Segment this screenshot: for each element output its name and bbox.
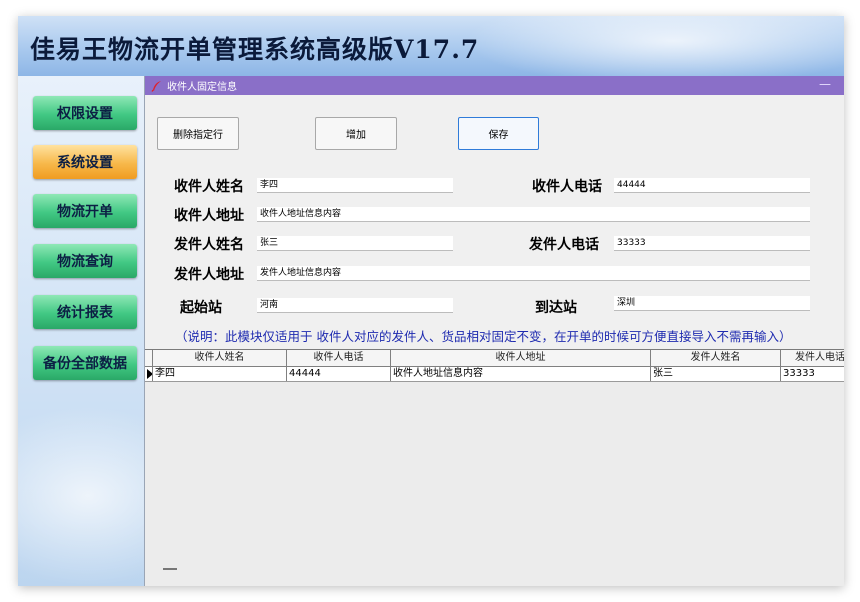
sender-phone-field[interactable]: 33333 (614, 236, 810, 251)
nav-button-create-waybill[interactable]: 物流开单 (33, 194, 137, 228)
recipient-info-window: 收件人固定信息 — 删除指定行 增加 保存 收件人姓名 李四 收件人电话 444… (144, 76, 844, 586)
table-cell[interactable]: 33333 (781, 367, 844, 381)
row-selector-header (145, 350, 153, 366)
nav-panel: 权限设置 系统设置 物流开单 物流查询 统计报表 备份全部数据 (18, 76, 144, 586)
column-header[interactable]: 收件人姓名 (153, 350, 287, 366)
app-title: 佳易王物流开单管理系统高级版V17.7 (30, 35, 480, 64)
delete-row-button[interactable]: 删除指定行 (157, 117, 239, 150)
column-header[interactable]: 收件人地址 (391, 350, 651, 366)
column-header[interactable]: 发件人电话 (781, 350, 844, 366)
sender-phone-label: 发件人电话 (529, 237, 599, 253)
module-note: （说明：此模块仅适用于 收件人对应的发件人、货品相对固定不变，在开单的时候可方便… (175, 329, 792, 344)
grid-header: 收件人姓名 收件人电话 收件人地址 发件人姓名 发件人电话 (145, 350, 844, 367)
nav-button-permissions[interactable]: 权限设置 (33, 96, 137, 130)
column-header[interactable]: 收件人电话 (287, 350, 391, 366)
receiver-phone-field[interactable]: 44444 (614, 178, 810, 193)
origin-station-field[interactable]: 河南 (257, 298, 453, 313)
receiver-name-label: 收件人姓名 (174, 179, 244, 195)
nav-button-query[interactable]: 物流查询 (33, 244, 137, 278)
table-cell[interactable]: 李四 (153, 367, 287, 381)
nav-button-reports[interactable]: 统计报表 (33, 295, 137, 329)
nav-button-backup[interactable]: 备份全部数据 (33, 346, 137, 380)
sender-address-field[interactable]: 发件人地址信息内容 (257, 266, 810, 281)
receiver-address-field[interactable]: 收件人地址信息内容 (257, 207, 810, 222)
receiver-phone-label: 收件人电话 (532, 179, 602, 195)
row-selector[interactable] (145, 367, 153, 381)
feather-icon (149, 78, 165, 94)
sender-name-label: 发件人姓名 (174, 237, 244, 253)
sender-address-label: 发件人地址 (174, 267, 244, 283)
destination-station-field[interactable]: 深圳 (614, 296, 810, 311)
window-titlebar: 收件人固定信息 — (145, 76, 844, 95)
column-header[interactable]: 发件人姓名 (651, 350, 781, 366)
table-cell[interactable]: 44444 (287, 367, 391, 381)
table-cell[interactable]: 张三 (651, 367, 781, 381)
receiver-name-field[interactable]: 李四 (257, 178, 453, 193)
table-cell[interactable]: 收件人地址信息内容 (391, 367, 651, 381)
nav-button-system-settings[interactable]: 系统设置 (33, 145, 137, 179)
save-button[interactable]: 保存 (458, 117, 539, 150)
window-title: 收件人固定信息 (167, 82, 237, 93)
title-banner: 佳易王物流开单管理系统高级版V17.7 (18, 16, 844, 86)
destination-station-label: 到达站 (535, 300, 577, 316)
nav-panel-decoration (18, 406, 144, 586)
sender-name-field[interactable]: 张三 (257, 236, 453, 251)
origin-station-label: 起始站 (180, 300, 222, 316)
recipient-grid[interactable]: 收件人姓名 收件人电话 收件人地址 发件人姓名 发件人电话 李四 44444 收… (145, 349, 844, 586)
minimize-button[interactable]: — (819, 77, 831, 91)
table-row[interactable]: 李四 44444 收件人地址信息内容 张三 33333 (145, 367, 844, 382)
app-window: 佳易王物流开单管理系统高级版V17.7 权限设置 系统设置 物流开单 物流查询 … (18, 16, 844, 586)
add-button[interactable]: 增加 (315, 117, 397, 150)
receiver-address-label: 收件人地址 (174, 208, 244, 224)
scrollbar-thumb[interactable] (163, 568, 177, 570)
